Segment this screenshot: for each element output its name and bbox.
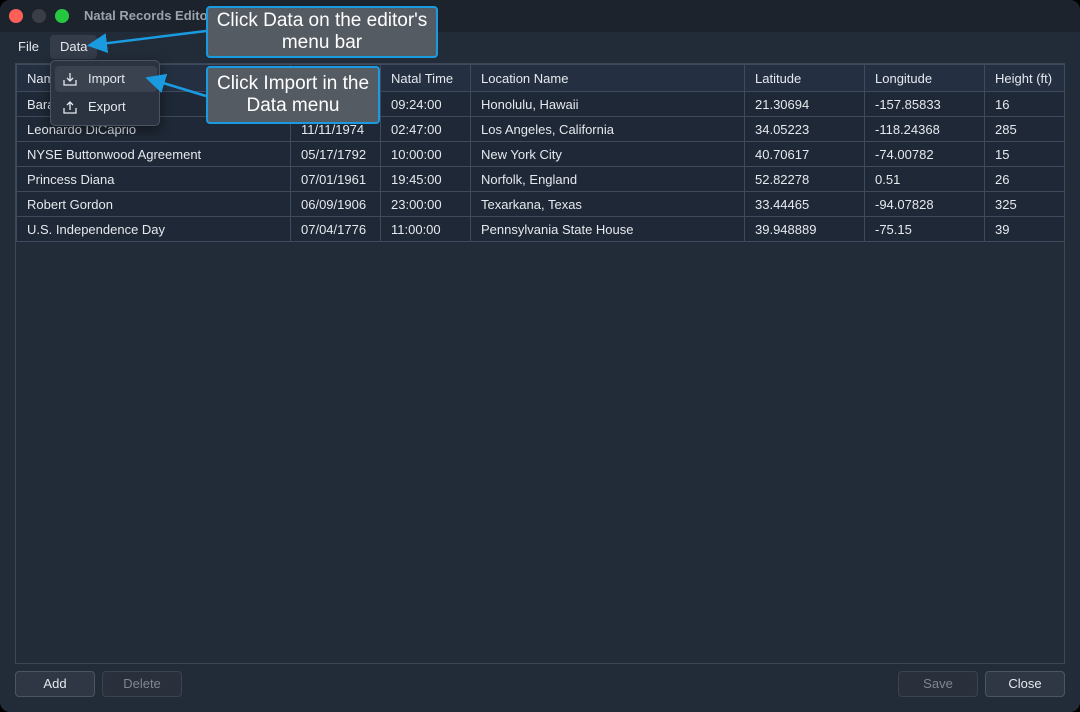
table-cell[interactable]: 07/01/1961 [290,166,381,192]
table-header-row: NameNatal DateNatal TimeLocation NameLat… [16,64,1065,92]
table-cell[interactable]: New York City [470,141,745,167]
table-cell[interactable]: Norfolk, England [470,166,745,192]
table-cell[interactable]: 325 [984,191,1065,217]
table-cell[interactable]: 23:00:00 [380,191,471,217]
table-cell[interactable]: -118.24368 [864,116,985,142]
table-cell[interactable]: 26 [984,166,1065,192]
minimize-window-button[interactable] [32,9,46,23]
table-cell[interactable]: 06/09/1906 [290,191,381,217]
callout-step-2: Click Import in the Data menu [206,66,380,124]
table-cell[interactable]: Texarkana, Texas [470,191,745,217]
column-header[interactable]: Height (ft) [984,64,1065,92]
column-header[interactable]: Latitude [744,64,865,92]
data-menu-dropdown: Import Export [50,60,160,126]
table-cell[interactable]: 07/04/1776 [290,216,381,242]
callout-step-1: Click Data on the editor's menu bar [206,6,438,58]
table-cell[interactable]: Robert Gordon [16,191,291,217]
table-cell[interactable]: -157.85833 [864,91,985,117]
table-cell[interactable]: Pennsylvania State House [470,216,745,242]
table-cell[interactable]: 40.70617 [744,141,865,167]
table-cell[interactable]: 33.44465 [744,191,865,217]
menu-data[interactable]: Data [50,35,98,59]
table-row[interactable]: NYSE Buttonwood Agreement 05/17/1792 10:00… [16,141,1065,167]
export-label: Export [88,99,126,114]
column-header[interactable]: Natal Time [380,64,471,92]
app-window: Natal Records Editor File Data Name Natal… [0,0,1080,712]
close-button[interactable]: Close [985,671,1065,697]
table-cell[interactable]: NYSE Buttonwood Agreement [16,141,291,167]
menu-item-export[interactable]: Export [55,94,157,120]
table-cell[interactable]: -74.00782 [864,141,985,167]
table-cell[interactable]: 02:47:00 [380,116,471,142]
table-cell[interactable]: 05/17/1792 [290,141,381,167]
table-cell[interactable]: 19:45:00 [380,166,471,192]
table-cell[interactable]: 11:00:00 [380,216,471,242]
table-cell[interactable]: 285 [984,116,1065,142]
table-cell[interactable]: Honolulu, Hawaii [470,91,745,117]
table-row[interactable]: Robert Gordon 06/09/1906 23:00:00 Texarkana… [16,191,1065,217]
table-cell[interactable]: Princess Diana [16,166,291,192]
records-table: NameNatal DateNatal TimeLocation NameLat… [16,64,1065,242]
table-row[interactable]: Princess Diana 07/01/1961 19:45:00 Norfolk,… [16,166,1065,192]
window-title: Natal Records Editor [84,8,213,23]
table-cell[interactable]: -75.15 [864,216,985,242]
table-cell[interactable]: Los Angeles, California [470,116,745,142]
table-cell[interactable]: U.S. Independence Day [16,216,291,242]
table-cell[interactable]: 39.948889 [744,216,865,242]
table-cell[interactable]: 52.82278 [744,166,865,192]
table-row[interactable]: Barack Obama08/04/196109:24:00Honolulu, … [16,91,1065,117]
delete-button[interactable]: Delete [102,671,182,697]
table-cell[interactable]: 15 [984,141,1065,167]
table-cell[interactable]: 34.05223 [744,116,865,142]
table-cell[interactable]: 21.30694 [744,91,865,117]
records-table-container: NameNatal DateNatal TimeLocation NameLat… [15,63,1065,664]
menu-bar: File Data [0,32,1080,60]
import-label: Import [88,71,125,86]
table-cell[interactable]: 10:00:00 [380,141,471,167]
close-window-button[interactable] [9,9,23,23]
export-icon [63,101,77,114]
column-header[interactable]: Location Name [470,64,745,92]
table-row[interactable]: U.S. Independence Day 07/04/1776 11:00:00 P… [16,216,1065,242]
title-bar: Natal Records Editor [0,0,1080,32]
menu-file[interactable]: File [8,35,49,59]
menu-item-import[interactable]: Import [55,66,157,92]
add-button[interactable]: Add [15,671,95,697]
save-button[interactable]: Save [898,671,978,697]
table-cell[interactable]: 09:24:00 [380,91,471,117]
zoom-window-button[interactable] [55,9,69,23]
column-header[interactable]: Longitude [864,64,985,92]
table-row[interactable]: Leonardo DiCaprio 11/11/1974 02:47:00 Los A… [16,116,1065,142]
table-cell[interactable]: 39 [984,216,1065,242]
import-icon [63,73,77,86]
table-cell[interactable]: 16 [984,91,1065,117]
table-cell[interactable]: -94.07828 [864,191,985,217]
table-cell[interactable]: 0.51 [864,166,985,192]
